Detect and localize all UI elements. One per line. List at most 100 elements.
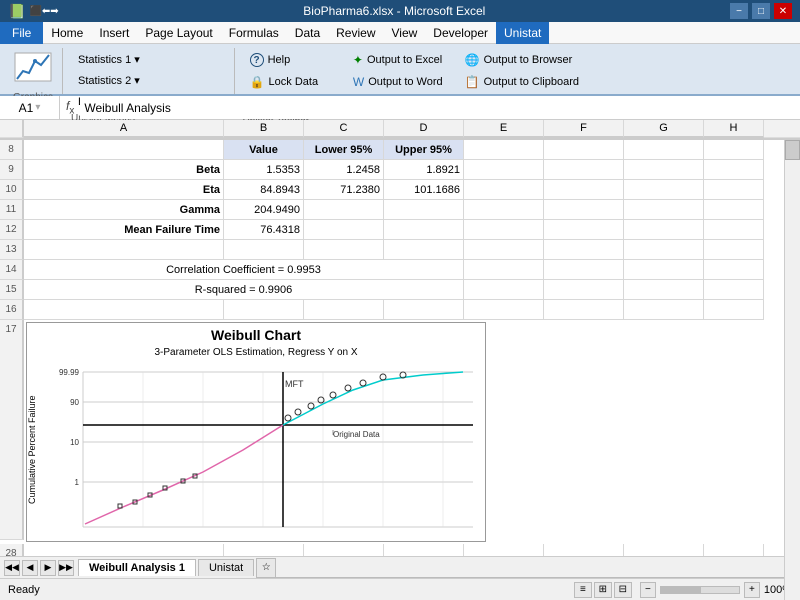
cell-H9[interactable] xyxy=(704,160,764,180)
formula-input[interactable] xyxy=(80,96,800,119)
cell-F8[interactable] xyxy=(544,140,624,160)
zoom-in-button[interactable]: + xyxy=(744,582,760,598)
cell-E16[interactable] xyxy=(464,300,544,320)
cell-C11[interactable] xyxy=(304,200,384,220)
cell-H15[interactable] xyxy=(704,280,764,300)
cell-C10[interactable]: 71.2380 xyxy=(304,180,384,200)
maximize-button[interactable]: □ xyxy=(752,3,770,19)
next-sheet-button[interactable]: ▶ xyxy=(40,560,56,576)
cell-G12[interactable] xyxy=(624,220,704,240)
menu-file[interactable]: File xyxy=(0,22,43,44)
page-break-button[interactable]: ⊟ xyxy=(614,582,632,598)
last-sheet-button[interactable]: ▶▶ xyxy=(58,560,74,576)
cell-A12[interactable]: Mean Failure Time xyxy=(24,220,224,240)
col-header-D[interactable]: D xyxy=(384,120,464,138)
cell-C16[interactable] xyxy=(304,300,384,320)
cell-A16[interactable] xyxy=(24,300,224,320)
cell-F13[interactable] xyxy=(544,240,624,260)
cell-H13[interactable] xyxy=(704,240,764,260)
row-header-10[interactable]: 10 xyxy=(0,180,24,200)
normal-view-button[interactable]: ≡ xyxy=(574,582,592,598)
cell-B11[interactable]: 204.9490 xyxy=(224,200,304,220)
sheet-tab-unistat[interactable]: Unistat xyxy=(198,559,254,576)
cell-B12[interactable]: 76.4318 xyxy=(224,220,304,240)
lock-data-button[interactable]: 🔒 Lock Data xyxy=(243,72,338,92)
cell-H11[interactable] xyxy=(704,200,764,220)
cell-B8[interactable]: Value xyxy=(224,140,304,160)
cell-G16[interactable] xyxy=(624,300,704,320)
menu-insert[interactable]: Insert xyxy=(91,22,137,44)
col-header-F[interactable]: F xyxy=(544,120,624,138)
cell-E14[interactable] xyxy=(464,260,544,280)
output-clipboard-button[interactable]: 📋 Output to Clipboard xyxy=(458,72,586,92)
cell-B9[interactable]: 1.5353 xyxy=(224,160,304,180)
menu-data[interactable]: Data xyxy=(287,22,328,44)
menu-unistat[interactable]: Unistat xyxy=(496,22,549,44)
cell-C9[interactable]: 1.2458 xyxy=(304,160,384,180)
cell-D16[interactable] xyxy=(384,300,464,320)
col-header-H[interactable]: H xyxy=(704,120,764,138)
cell-G15[interactable] xyxy=(624,280,704,300)
output-word-button[interactable]: W Output to Word xyxy=(346,72,450,92)
cell-F9[interactable] xyxy=(544,160,624,180)
cell-E10[interactable] xyxy=(464,180,544,200)
row-header-chart[interactable]: 17 xyxy=(0,320,24,540)
menu-formulas[interactable]: Formulas xyxy=(221,22,287,44)
cell-F10[interactable] xyxy=(544,180,624,200)
cell-A14[interactable]: Correlation Coefficient = 0.9953 xyxy=(24,260,464,280)
output-browser-button[interactable]: 🌐 Output to Browser xyxy=(458,50,586,70)
col-header-C[interactable]: C xyxy=(304,120,384,138)
cell-G9[interactable] xyxy=(624,160,704,180)
row-header-12[interactable]: 12 xyxy=(0,220,24,240)
cell-F12[interactable] xyxy=(544,220,624,240)
zoom-out-button[interactable]: − xyxy=(640,582,656,598)
cell-A13[interactable] xyxy=(24,240,224,260)
menu-review[interactable]: Review xyxy=(328,22,383,44)
cell-A11[interactable]: Gamma xyxy=(24,200,224,220)
cell-D9[interactable]: 1.8921 xyxy=(384,160,464,180)
col-header-E[interactable]: E xyxy=(464,120,544,138)
zoom-slider[interactable] xyxy=(660,586,740,594)
cell-H12[interactable] xyxy=(704,220,764,240)
row-header-14[interactable]: 14 xyxy=(0,260,24,280)
col-header-A[interactable]: A xyxy=(24,120,224,138)
row-header-9[interactable]: 9 xyxy=(0,160,24,180)
col-header-B[interactable]: B xyxy=(224,120,304,138)
page-layout-button[interactable]: ⊞ xyxy=(594,582,612,598)
first-sheet-button[interactable]: ◀◀ xyxy=(4,560,20,576)
cell-C13[interactable] xyxy=(304,240,384,260)
row-header-15[interactable]: 15 xyxy=(0,280,24,300)
col-header-G[interactable]: G xyxy=(624,120,704,138)
cell-G10[interactable] xyxy=(624,180,704,200)
cell-F11[interactable] xyxy=(544,200,624,220)
cell-F15[interactable] xyxy=(544,280,624,300)
menu-view[interactable]: View xyxy=(384,22,426,44)
sheet-tab-weibull[interactable]: Weibull Analysis 1 xyxy=(78,559,196,576)
vertical-scrollbar[interactable] xyxy=(784,140,800,600)
menu-page-layout[interactable]: Page Layout xyxy=(137,22,220,44)
cell-C12[interactable] xyxy=(304,220,384,240)
cell-D8[interactable]: Upper 95% xyxy=(384,140,464,160)
help-button[interactable]: ? Help xyxy=(243,50,338,70)
minimize-button[interactable]: − xyxy=(730,3,748,19)
cell-B16[interactable] xyxy=(224,300,304,320)
cell-H8[interactable] xyxy=(704,140,764,160)
cell-H16[interactable] xyxy=(704,300,764,320)
cell-G13[interactable] xyxy=(624,240,704,260)
cell-E15[interactable] xyxy=(464,280,544,300)
cell-F14[interactable] xyxy=(544,260,624,280)
statistics2-button[interactable]: Statistics 2 ▾ xyxy=(71,71,147,90)
sheet-nav-buttons[interactable]: ◀◀ ◀ ▶ ▶▶ xyxy=(0,560,78,576)
cell-D11[interactable] xyxy=(384,200,464,220)
insert-sheet-button[interactable]: ☆ xyxy=(256,558,276,578)
graphics-button[interactable] xyxy=(10,48,56,90)
cell-A9[interactable]: Beta xyxy=(24,160,224,180)
cell-G14[interactable] xyxy=(624,260,704,280)
cell-G8[interactable] xyxy=(624,140,704,160)
menu-developer[interactable]: Developer xyxy=(425,22,496,44)
cell-F16[interactable] xyxy=(544,300,624,320)
cell-A15[interactable]: R-squared = 0.9906 xyxy=(24,280,464,300)
cell-A8[interactable] xyxy=(24,140,224,160)
cell-C8[interactable]: Lower 95% xyxy=(304,140,384,160)
row-header-11[interactable]: 11 xyxy=(0,200,24,220)
